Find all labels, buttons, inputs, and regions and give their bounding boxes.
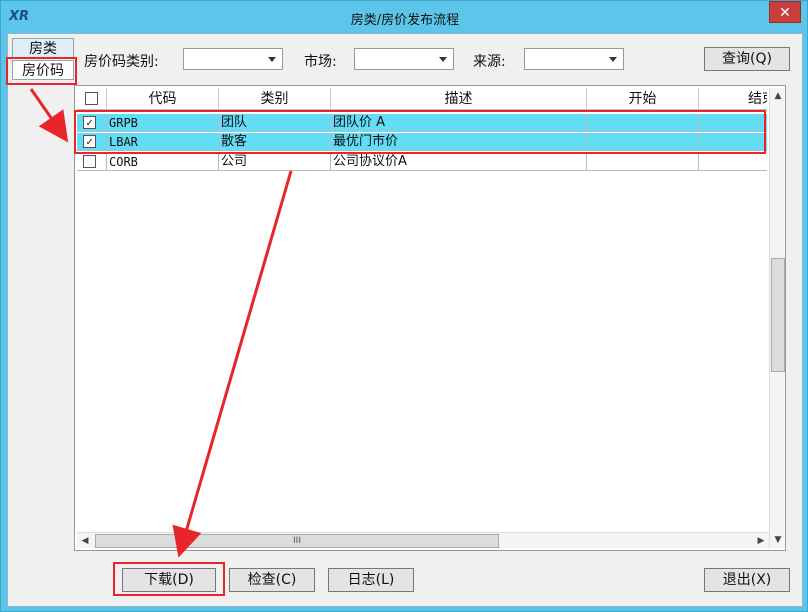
row-code: CORB <box>107 153 219 171</box>
row-end <box>699 153 767 171</box>
row-start <box>587 114 699 132</box>
row-checkbox-cell[interactable]: ✓ <box>77 133 107 151</box>
row-end <box>699 114 767 132</box>
row-checkbox-cell[interactable] <box>77 153 107 171</box>
row-start <box>587 153 699 171</box>
row-start <box>587 133 699 151</box>
query-button[interactable]: 查询(Q) <box>704 47 790 71</box>
table-row[interactable]: ✓ GRPB 团队 团队价 A <box>77 114 767 132</box>
row-description: 公司协议价A <box>331 153 587 171</box>
row-code: LBAR <box>107 133 219 151</box>
chevron-down-icon <box>268 57 276 62</box>
header-end[interactable]: 结束 <box>699 88 767 109</box>
row-code: GRPB <box>107 114 219 132</box>
chevron-down-icon <box>609 57 617 62</box>
table-row[interactable]: ✓ LBAR 散客 最优门市价 <box>77 133 767 151</box>
source-combo[interactable] <box>524 48 624 70</box>
client-area: 房类 房价码 房价码类别: 市场: 来源: 查询(Q) 代码 类别 描述 开始 … <box>7 33 803 607</box>
row-checkbox[interactable]: ✓ <box>83 116 96 129</box>
main-window: XR 房类/房价发布流程 ✕ 房类 房价码 房价码类别: 市场: 来源: 查询(… <box>0 0 808 612</box>
chevron-down-icon <box>439 57 447 62</box>
row-end <box>699 133 767 151</box>
row-checkbox[interactable] <box>83 155 96 168</box>
horizontal-scrollbar[interactable]: ◀ III ▶ <box>77 532 769 548</box>
check-button[interactable]: 检查(C) <box>229 568 315 592</box>
vertical-scroll-thumb[interactable] <box>771 258 785 372</box>
log-button[interactable]: 日志(L) <box>328 568 414 592</box>
row-category: 公司 <box>219 153 331 171</box>
rate-type-label: 房价码类别: <box>84 54 159 70</box>
row-description: 团队价 A <box>331 114 587 132</box>
header-description[interactable]: 描述 <box>331 88 587 109</box>
window-title: 房类/房价发布流程 <box>350 13 460 28</box>
rate-type-combo[interactable] <box>183 48 283 70</box>
table-row[interactable]: CORB 公司 公司协议价A <box>77 153 767 171</box>
grid-header: 代码 类别 描述 开始 结束 <box>77 88 767 110</box>
close-button[interactable]: ✕ <box>769 1 801 23</box>
row-checkbox[interactable]: ✓ <box>83 135 96 148</box>
scroll-up-icon[interactable]: ▲ <box>770 88 786 104</box>
header-select-all[interactable] <box>77 88 107 109</box>
row-category: 团队 <box>219 114 331 132</box>
vertical-scrollbar[interactable]: ▲ ▼ <box>769 88 785 548</box>
scroll-left-icon[interactable]: ◀ <box>77 533 93 549</box>
market-label: 市场: <box>304 54 337 70</box>
horizontal-scroll-thumb[interactable]: III <box>95 534 499 548</box>
scroll-down-icon[interactable]: ▼ <box>770 532 786 548</box>
market-combo[interactable] <box>354 48 454 70</box>
scroll-right-icon[interactable]: ▶ <box>753 533 769 549</box>
source-label: 来源: <box>473 54 506 70</box>
row-category: 散客 <box>219 133 331 151</box>
exit-button[interactable]: 退出(X) <box>704 568 790 592</box>
row-checkbox-cell[interactable]: ✓ <box>77 114 107 132</box>
rate-code-grid: 代码 类别 描述 开始 结束 ✓ GRPB 团队 团队价 A ✓ <box>74 85 786 551</box>
download-button[interactable]: 下载(D) <box>122 568 216 592</box>
tab-room-type[interactable]: 房类 <box>12 38 74 58</box>
tab-rate-code[interactable]: 房价码 <box>12 60 74 80</box>
header-start[interactable]: 开始 <box>587 88 699 109</box>
select-all-checkbox[interactable] <box>85 92 98 105</box>
row-description: 最优门市价 <box>331 133 587 151</box>
header-code[interactable]: 代码 <box>107 88 219 109</box>
title-bar[interactable]: XR 房类/房价发布流程 ✕ <box>1 1 807 33</box>
header-category[interactable]: 类别 <box>219 88 331 109</box>
